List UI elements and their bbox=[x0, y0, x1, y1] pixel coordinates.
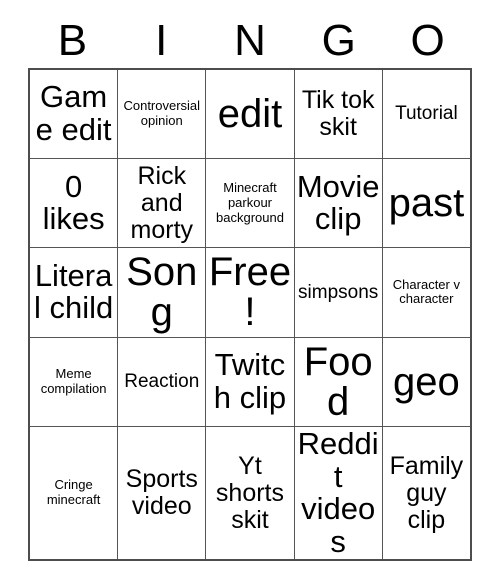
bingo-cell[interactable]: Literal child bbox=[28, 247, 119, 338]
bingo-cell-label: Meme compilation bbox=[40, 365, 107, 396]
bingo-cell-label: Cringe minecraft bbox=[46, 477, 101, 508]
bingo-cell-label: Movie clip bbox=[296, 168, 380, 237]
bingo-free-label: Free! bbox=[208, 250, 292, 335]
bingo-cell-label: Rick and morty bbox=[130, 161, 194, 244]
bingo-cell[interactable]: Rick and morty bbox=[117, 157, 207, 249]
bingo-row: 0 likes Rick and morty Minecraft parkour… bbox=[28, 157, 472, 249]
bingo-header-letter-o: O bbox=[410, 16, 445, 65]
bingo-card: B I N G O Game edit Controversial opinio… bbox=[28, 14, 472, 561]
bingo-cell[interactable]: Sports video bbox=[117, 426, 207, 561]
bingo-cell-label: Twitch clip bbox=[213, 347, 287, 415]
bingo-cell-label: Yt shorts skit bbox=[215, 451, 285, 534]
bingo-cell[interactable]: Controversial opinion bbox=[117, 68, 207, 159]
bingo-cell-label: 0 likes bbox=[42, 168, 105, 237]
bingo-grid: Game edit Controversial opinion edit Tik… bbox=[28, 68, 472, 561]
bingo-row: Game edit Controversial opinion edit Tik… bbox=[28, 68, 472, 159]
bingo-header-letter-b: B bbox=[57, 16, 88, 65]
bingo-row: Literal child Song Free! simpsons Charac… bbox=[28, 247, 472, 338]
bingo-cell-label: simpsons bbox=[298, 281, 379, 303]
bingo-cell[interactable]: Twitch clip bbox=[205, 336, 295, 428]
bingo-cell-label: edit bbox=[217, 91, 283, 136]
bingo-cell[interactable]: Cringe minecraft bbox=[28, 426, 119, 561]
bingo-header-row: B I N G O bbox=[28, 14, 472, 68]
bingo-cell-label: Family guy clip bbox=[389, 451, 464, 534]
bingo-cell-label: Character v character bbox=[392, 276, 460, 307]
bingo-cell[interactable]: Character v character bbox=[381, 247, 472, 338]
bingo-cell-label: Minecraft parkour background bbox=[216, 179, 284, 225]
bingo-cell-label: Sports video bbox=[125, 465, 198, 521]
bingo-cell[interactable]: Yt shorts skit bbox=[205, 426, 295, 561]
bingo-cell-label: Game edit bbox=[35, 79, 112, 147]
bingo-header-letter-n: N bbox=[234, 16, 266, 65]
bingo-free-cell[interactable]: Free! bbox=[205, 247, 295, 338]
bingo-row: Meme compilation Reaction Twitch clip Fo… bbox=[28, 336, 472, 428]
bingo-cell[interactable]: Meme compilation bbox=[28, 336, 119, 428]
bingo-cell[interactable]: Reddit videos bbox=[293, 426, 383, 561]
bingo-cell[interactable]: Minecraft parkour background bbox=[205, 157, 295, 249]
bingo-cell-label: Reddit videos bbox=[297, 426, 379, 559]
bingo-cell-label: Tik tok skit bbox=[301, 85, 375, 141]
bingo-cell[interactable]: Food bbox=[293, 336, 383, 428]
bingo-cell-label: Tutorial bbox=[395, 103, 458, 125]
bingo-cell[interactable]: Tik tok skit bbox=[293, 68, 383, 159]
bingo-cell[interactable]: Family guy clip bbox=[381, 426, 472, 561]
bingo-cell-label: Controversial opinion bbox=[123, 98, 201, 128]
bingo-cell-label: Reaction bbox=[124, 371, 200, 393]
bingo-cell[interactable]: edit bbox=[205, 68, 295, 159]
bingo-cell-label: Song bbox=[126, 250, 198, 335]
bingo-cell[interactable]: simpsons bbox=[293, 247, 383, 338]
bingo-header-letter-g: G bbox=[321, 16, 356, 65]
bingo-cell-label: past bbox=[388, 181, 465, 226]
bingo-header-letter-i: I bbox=[155, 16, 168, 65]
bingo-cell-label: Literal child bbox=[33, 257, 114, 326]
bingo-cell[interactable]: Game edit bbox=[28, 68, 119, 159]
bingo-cell[interactable]: Song bbox=[117, 247, 207, 338]
bingo-cell[interactable]: geo bbox=[381, 336, 472, 428]
bingo-cell[interactable]: Reaction bbox=[117, 336, 207, 428]
bingo-cell[interactable]: Movie clip bbox=[293, 157, 383, 249]
bingo-cell[interactable]: Tutorial bbox=[381, 68, 472, 159]
bingo-row: Cringe minecraft Sports video Yt shorts … bbox=[28, 426, 472, 561]
bingo-cell-label: Food bbox=[303, 339, 373, 424]
bingo-cell-label: geo bbox=[393, 359, 460, 404]
bingo-cell[interactable]: past bbox=[381, 157, 472, 249]
bingo-cell[interactable]: 0 likes bbox=[28, 157, 119, 249]
